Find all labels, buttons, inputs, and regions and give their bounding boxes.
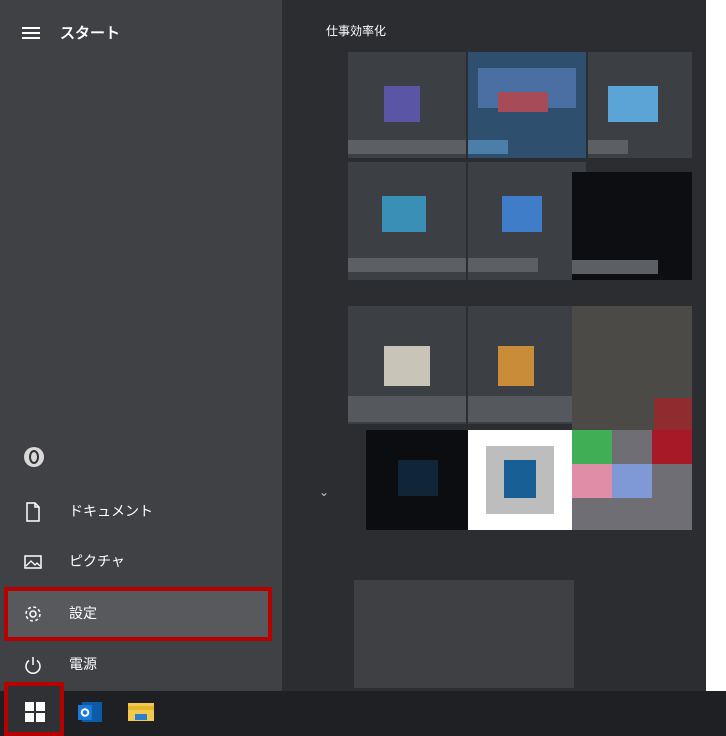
outlook-icon [78, 702, 102, 722]
app-tile[interactable] [572, 172, 692, 280]
file-explorer-taskbar-button[interactable] [122, 696, 160, 730]
app-tile[interactable] [354, 580, 574, 688]
desktop-screen: スタート ドキュメント ピクチャ 設定 電源 仕事効率化 ⌄ [0, 0, 726, 736]
documents-label: ドキュメント [69, 504, 153, 520]
document-icon [26, 502, 40, 522]
picture-icon [24, 555, 42, 569]
app-tile[interactable] [572, 430, 692, 530]
start-menu: スタート ドキュメント ピクチャ 設定 電源 仕事効率化 ⌄ [0, 0, 706, 691]
pictures-item[interactable]: ピクチャ [0, 537, 282, 587]
settings-label: 設定 [69, 606, 97, 622]
app-tile[interactable] [348, 306, 466, 424]
outlook-taskbar-button[interactable] [70, 696, 108, 730]
gear-icon [25, 606, 41, 622]
start-menu-title: スタート [60, 24, 121, 42]
tile-area: 仕事効率化 ⌄ [282, 0, 706, 691]
power-icon [25, 657, 41, 674]
chevron-down-icon[interactable]: ⌄ [314, 482, 334, 502]
app-tile[interactable] [468, 306, 572, 424]
settings-item[interactable]: 設定 [0, 589, 282, 639]
documents-item[interactable]: ドキュメント [0, 487, 282, 537]
app-tile[interactable] [468, 430, 572, 530]
power-label: 電源 [69, 657, 97, 673]
start-button[interactable] [4, 682, 64, 736]
start-menu-left-pane: スタート ドキュメント ピクチャ 設定 電源 [0, 0, 282, 691]
app-tile[interactable] [366, 430, 468, 530]
app-tile[interactable] [468, 52, 586, 158]
taskbar [0, 691, 726, 736]
app-tile[interactable] [588, 52, 692, 158]
hamburger-menu-icon[interactable] [20, 22, 42, 44]
app-tile[interactable] [468, 162, 586, 280]
app-tile[interactable] [348, 52, 466, 158]
app-tile[interactable] [348, 162, 466, 280]
app-tile[interactable] [572, 306, 692, 430]
pictures-label: ピクチャ [69, 554, 125, 570]
file-explorer-icon [128, 703, 154, 721]
windows-logo-icon [25, 702, 45, 722]
user-icon[interactable] [24, 447, 44, 467]
tile-group-title: 仕事効率化 [326, 24, 387, 38]
